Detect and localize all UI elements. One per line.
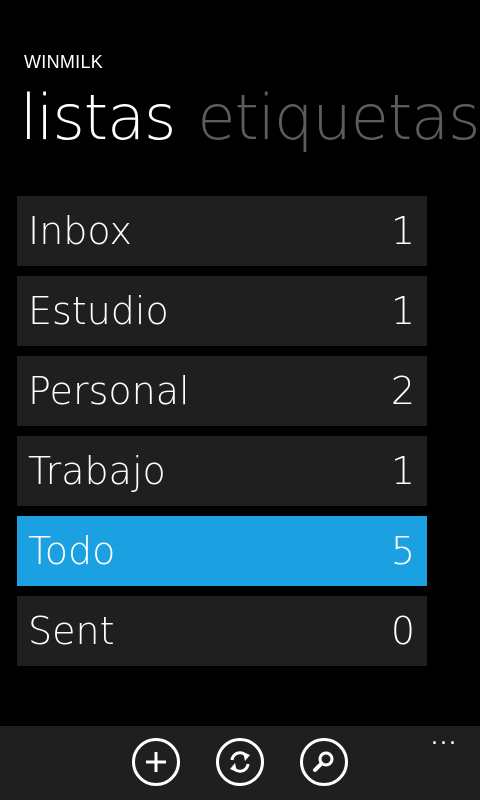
app-screen: WINMILK listas etiquetas Inbox 1 Estudio …: [0, 0, 480, 800]
search-button[interactable]: [300, 738, 348, 786]
list-item-count: 0: [390, 609, 415, 653]
list-item-name: Sent: [28, 609, 115, 653]
list-item-inbox[interactable]: Inbox 1: [17, 196, 427, 266]
list-item-count: 1: [390, 209, 415, 253]
application-bar: ...: [0, 726, 480, 800]
list-item-name: Personal: [28, 369, 190, 413]
list-item-name: Trabajo: [28, 449, 166, 493]
list-item-todo[interactable]: Todo 5: [17, 516, 427, 586]
app-title: WINMILK: [24, 52, 104, 72]
list-item-name: Estudio: [28, 289, 169, 333]
pivot-item-etiquetas[interactable]: etiquetas: [197, 81, 480, 154]
lists-list: Inbox 1 Estudio 1 Personal 2 Trabajo 1 T…: [17, 196, 427, 676]
list-item-estudio[interactable]: Estudio 1: [17, 276, 427, 346]
search-icon: [313, 751, 334, 772]
list-item-trabajo[interactable]: Trabajo 1: [17, 436, 427, 506]
sync-icon: [230, 751, 250, 773]
pivot-item-listas[interactable]: listas: [20, 81, 176, 154]
list-item-sent[interactable]: Sent 0: [17, 596, 427, 666]
add-button[interactable]: [132, 738, 180, 786]
list-item-count: 1: [390, 289, 415, 333]
list-item-count: 5: [390, 529, 415, 573]
pivot-header: listas etiquetas: [20, 78, 480, 174]
sync-button[interactable]: [216, 738, 264, 786]
list-item-count: 2: [390, 369, 415, 413]
add-icon: [146, 752, 166, 772]
list-item-personal[interactable]: Personal 2: [17, 356, 427, 426]
list-item-name: Todo: [28, 529, 116, 573]
list-item-count: 1: [390, 449, 415, 493]
more-options-icon[interactable]: ...: [431, 727, 458, 749]
appbar-buttons: [132, 738, 348, 786]
list-item-name: Inbox: [28, 209, 132, 253]
